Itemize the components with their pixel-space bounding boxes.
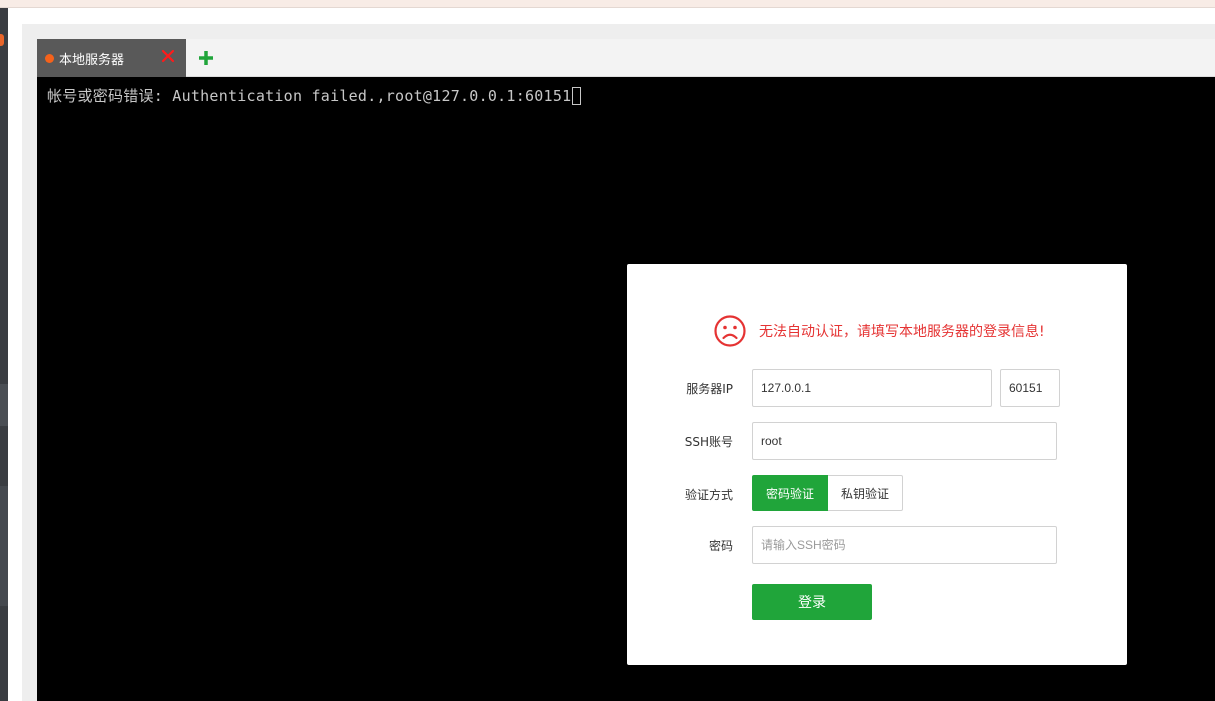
sad-face-icon xyxy=(714,315,746,347)
tab-label: 本地服务器 xyxy=(59,52,125,68)
terminal-output-line: 帐号或密码错误: Authentication failed.,root@127… xyxy=(47,85,582,106)
auth-method-label: 验证方式 xyxy=(684,488,733,502)
server-ip-input[interactable] xyxy=(752,369,992,407)
auth-method-toggle: 密码验证 私钥验证 xyxy=(752,475,904,511)
port-input[interactable] xyxy=(1000,369,1060,407)
login-dialog: 无法自动认证，请填写本地服务器的登录信息! 服务器IP SSH账号 验证方式 密… xyxy=(627,264,1127,665)
auth-message: 无法自动认证，请填写本地服务器的登录信息! xyxy=(713,314,1045,348)
close-icon[interactable] xyxy=(160,47,176,65)
terminal-text: 帐号或密码错误: Authentication failed.,root@127… xyxy=(47,87,572,105)
private-key-auth-button[interactable]: 私钥验证 xyxy=(828,475,904,511)
terminal-cursor xyxy=(572,86,582,105)
side-panel-edge xyxy=(0,8,8,701)
password-input[interactable] xyxy=(752,526,1057,564)
tab-status-dot xyxy=(45,53,54,63)
server-ip-label: 服务器IP xyxy=(686,382,733,396)
side-band xyxy=(0,486,8,606)
browser-top-edge xyxy=(0,0,1215,8)
terminal-tab-bar: 本地服务器 xyxy=(37,39,1215,77)
side-band xyxy=(0,384,8,426)
password-auth-button[interactable]: 密码验证 xyxy=(752,475,829,511)
ssh-account-input[interactable] xyxy=(752,422,1057,460)
password-label: 密码 xyxy=(708,539,733,553)
ssh-account-label: SSH账号 xyxy=(684,435,733,449)
plus-icon[interactable] xyxy=(197,49,215,67)
tab-local-server[interactable]: 本地服务器 xyxy=(37,39,186,77)
side-indicator xyxy=(0,34,4,46)
auth-message-text: 无法自动认证，请填写本地服务器的登录信息! xyxy=(759,324,1045,340)
login-button[interactable]: 登录 xyxy=(752,584,872,620)
